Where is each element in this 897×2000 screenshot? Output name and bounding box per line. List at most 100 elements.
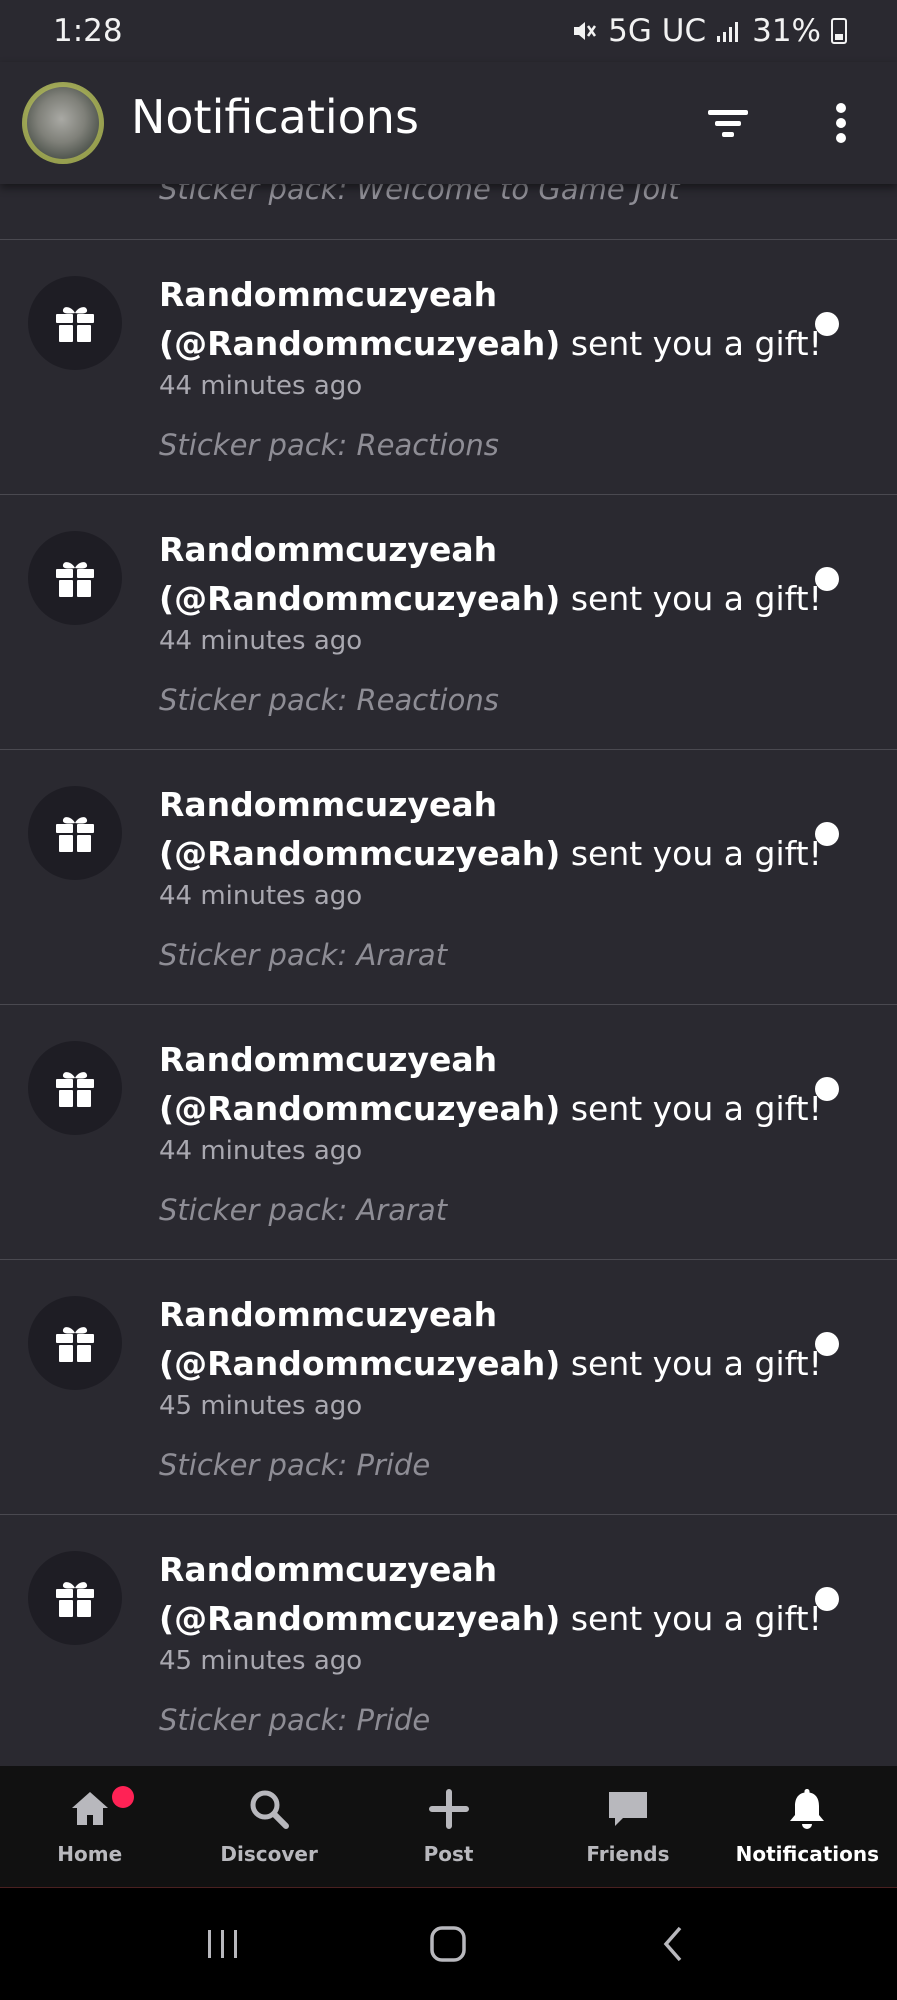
unread-indicator [815,567,839,591]
gift-icon-circle [28,276,122,370]
home-icon [67,1786,113,1832]
status-icons: 5G UC 31% [570,13,847,49]
status-bar: 1:28 5G UC 31% [0,0,897,62]
more-vert-icon [836,103,846,143]
notification-time: 45 minutes ago [159,1391,363,1421]
gift-icon-circle [28,1551,122,1645]
notification-action: sent you a gift! [560,579,822,618]
avatar[interactable] [22,82,104,164]
nav-item-discover[interactable]: Discover [179,1766,358,1887]
gift-icon [56,307,94,342]
nav-label-notifications: Notifications [735,1842,880,1866]
bell-icon [784,1786,830,1832]
list-item[interactable]: Randommcuzyeah (@Randommcuzyeah) sent yo… [0,750,897,1005]
notification-subtext: Sticker pack: Welcome to Game Jolt [159,184,680,206]
notification-handle: (@Randommcuzyeah) [159,579,561,618]
notification-handle: (@Randommcuzyeah) [159,1599,561,1638]
notification-message: (@Randommcuzyeah) sent you a gift! [159,319,822,368]
gift-icon [56,817,94,852]
notification-time: 44 minutes ago [159,1136,363,1166]
notification-text: Randommcuzyeah (@Randommcuzyeah) sent yo… [159,1545,822,1737]
notification-username: Randommcuzyeah [159,275,498,314]
nav-label-home: Home [57,1842,123,1866]
gift-icon [56,562,94,597]
app-bar: Notifications [0,62,897,184]
status-time: 1:28 [53,13,123,49]
notification-action: sent you a gift! [560,324,822,363]
gift-icon-circle [28,531,122,625]
unread-indicator [815,1332,839,1356]
nav-item-notifications[interactable]: Notifications [718,1766,897,1887]
home-circle-icon [430,1926,467,1962]
list-item[interactable]: Randommcuzyeah (@Randommcuzyeah) sent yo… [0,1515,897,1766]
notification-username: Randommcuzyeah [159,1550,498,1589]
notification-username: Randommcuzyeah [159,1295,498,1334]
gift-icon-circle [28,1041,122,1135]
notification-username: Randommcuzyeah [159,1040,498,1079]
notification-text: Randommcuzyeah (@Randommcuzyeah) sent yo… [159,1290,822,1482]
back-icon [663,1926,682,1962]
list-item[interactable]: Sticker pack: Welcome to Game Jolt [0,184,897,240]
list-item[interactable]: Randommcuzyeah (@Randommcuzyeah) sent yo… [0,495,897,750]
system-nav [0,1888,897,2000]
notification-time: 45 minutes ago [159,1646,363,1676]
nav-label-post: Post [423,1842,474,1866]
nav-label-friends: Friends [586,1842,670,1866]
recents-button[interactable] [193,1914,253,1974]
notification-message: (@Randommcuzyeah) sent you a gift! [159,1594,822,1643]
notification-text: Randommcuzyeah (@Randommcuzyeah) sent yo… [159,270,822,462]
notification-message: (@Randommcuzyeah) sent you a gift! [159,829,822,878]
list-item[interactable]: Randommcuzyeah (@Randommcuzyeah) sent yo… [0,1005,897,1260]
battery-percent: 31% [752,13,821,49]
filter-icon [708,110,748,137]
notification-handle: (@Randommcuzyeah) [159,1344,561,1383]
mute-icon [574,22,597,40]
notification-action: sent you a gift! [560,834,822,873]
notification-list[interactable]: Sticker pack: Welcome to Game Jolt Rando… [0,184,897,1766]
more-options-button[interactable] [824,98,858,148]
notification-username: Randommcuzyeah [159,530,498,569]
notification-time: 44 minutes ago [159,371,363,401]
back-button[interactable] [644,1914,704,1974]
list-item[interactable]: Randommcuzyeah (@Randommcuzyeah) sent yo… [0,240,897,495]
unread-indicator [815,822,839,846]
notification-message: (@Randommcuzyeah) sent you a gift! [159,574,822,623]
filter-button[interactable] [703,98,753,148]
notification-handle: (@Randommcuzyeah) [159,1089,561,1128]
nav-item-post[interactable]: Post [359,1766,538,1887]
gift-icon-circle [28,786,122,880]
notification-subtext: Sticker pack: Ararat [159,1193,448,1227]
notification-message: (@Randommcuzyeah) sent you a gift! [159,1084,822,1133]
unread-indicator [815,1587,839,1611]
notification-action: sent you a gift! [560,1089,822,1128]
notification-text: Randommcuzyeah (@Randommcuzyeah) sent yo… [159,525,822,717]
list-item[interactable]: Randommcuzyeah (@Randommcuzyeah) sent yo… [0,1260,897,1515]
unread-indicator [815,312,839,336]
notification-badge [112,1786,134,1808]
notification-time: 44 minutes ago [159,881,363,911]
notification-username: Randommcuzyeah [159,785,498,824]
notification-text: Randommcuzyeah (@Randommcuzyeah) sent yo… [159,1035,822,1227]
gift-icon [56,1582,94,1617]
page-title: Notifications [131,90,419,144]
gift-icon-circle [28,1296,122,1390]
battery-icon [831,18,847,44]
notification-action: sent you a gift! [560,1599,822,1638]
unread-indicator [815,1077,839,1101]
gift-icon [56,1072,94,1107]
search-icon [246,1786,292,1832]
notification-time: 44 minutes ago [159,626,363,656]
nav-item-home[interactable]: Home [0,1766,179,1887]
notification-subtext: Sticker pack: Pride [159,1448,431,1482]
notification-text: Randommcuzyeah (@Randommcuzyeah) sent yo… [159,780,822,972]
notification-subtext: Sticker pack: Reactions [159,428,499,462]
chat-icon [605,1786,651,1832]
signal-icon [717,22,739,42]
home-system-button[interactable] [418,1914,478,1974]
notification-items: Randommcuzyeah (@Randommcuzyeah) sent yo… [0,240,897,1766]
plus-icon [426,1786,472,1832]
notification-subtext: Sticker pack: Reactions [159,683,499,717]
nav-item-friends[interactable]: Friends [538,1766,717,1887]
notification-action: sent you a gift! [560,1344,822,1383]
nav-label-discover: Discover [220,1842,318,1866]
